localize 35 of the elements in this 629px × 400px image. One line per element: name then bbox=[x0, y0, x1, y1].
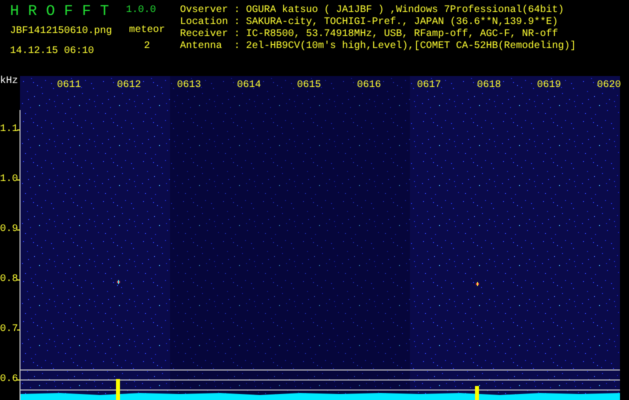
meteor-label: meteor bbox=[128, 25, 165, 37]
info-label: Ovserver bbox=[180, 5, 230, 16]
info-label: Receiver bbox=[180, 29, 230, 41]
version-label: 1.0.0 bbox=[126, 5, 156, 17]
frequency-label: 1.0 bbox=[0, 174, 18, 186]
meteor-count: 2 bbox=[144, 41, 150, 53]
time-label: 0611 bbox=[57, 80, 82, 92]
info-separator: : bbox=[234, 17, 242, 29]
frequency-label: 0.6 bbox=[0, 374, 18, 386]
time-label: 0613 bbox=[177, 80, 202, 92]
time-label: 0615 bbox=[297, 80, 322, 92]
frequency-label: 0.7 bbox=[0, 324, 18, 336]
frequency-label: 1.1 bbox=[0, 124, 18, 136]
frequency-label: 0.8 bbox=[0, 274, 18, 286]
info-separator: : bbox=[234, 5, 242, 17]
info-value: 2el-HB9CV(10m's high,Level),[COMET CA-52HB(Remodeling)] bbox=[246, 41, 576, 53]
info-separator: : bbox=[234, 29, 242, 41]
frequency-label: 0.9 bbox=[0, 224, 18, 236]
info-value: IC-R8500, 53.74918MHz, USB, RFamp-off, AGC-F, NR-off bbox=[246, 29, 558, 40]
time-label: 0619 bbox=[537, 80, 562, 92]
time-label: 0620 bbox=[597, 80, 622, 92]
app-title: H R O F F T bbox=[10, 2, 110, 22]
time-label: 0614 bbox=[237, 80, 262, 92]
info-separator: : bbox=[234, 41, 242, 53]
time-label: 0616 bbox=[357, 80, 382, 92]
info-value: SAKURA-city, TOCHIGI-Pref., JAPAN (36.6**N,139.9**E) bbox=[246, 17, 558, 28]
info-value: OGURA katsuo ( JA1JBF ) ,Windows 7Professional(64bit) bbox=[246, 5, 564, 16]
info-label: Location bbox=[180, 17, 230, 28]
time-label: 0618 bbox=[477, 80, 502, 92]
unit-label: kHz bbox=[0, 76, 18, 88]
time-label: 0617 bbox=[417, 80, 442, 92]
file-name: JBF1412150610.png bbox=[10, 26, 114, 38]
time-label: 0612 bbox=[117, 80, 142, 92]
date-time: 14.12.15 06:10 bbox=[10, 46, 96, 58]
info-label: Antenna bbox=[180, 41, 224, 53]
